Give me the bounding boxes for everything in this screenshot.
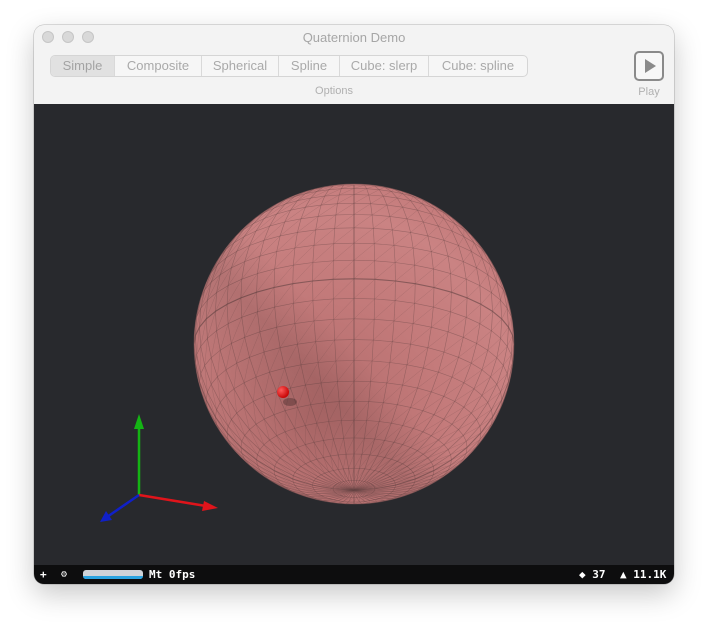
play-label: Play bbox=[638, 86, 660, 98]
3d-viewport[interactable] bbox=[34, 104, 674, 565]
x-axis bbox=[138, 493, 207, 508]
segment-cube-spline[interactable]: Cube: spline bbox=[429, 56, 527, 76]
segment-composite[interactable]: Composite bbox=[115, 56, 202, 76]
window-title: Quaternion Demo bbox=[302, 30, 406, 45]
status-bar: + ⚙ Mt 0fps ◆ 37 ▲ 11.1K bbox=[34, 565, 674, 584]
add-button[interactable]: + bbox=[40, 568, 47, 581]
z-axis bbox=[106, 493, 140, 519]
sphere-shading bbox=[194, 184, 514, 504]
play-button[interactable] bbox=[634, 51, 664, 81]
triangle-count: ▲ 11.1K bbox=[620, 568, 667, 581]
scene-canvas bbox=[100, 183, 515, 522]
axis-gizmo bbox=[100, 414, 218, 522]
segment-simple[interactable]: Simple bbox=[51, 56, 115, 76]
gear-icon[interactable]: ⚙ bbox=[61, 568, 67, 581]
y-axis-arrowhead bbox=[134, 414, 144, 429]
segment-cube-slerp[interactable]: Cube: slerp bbox=[340, 56, 429, 76]
options-segmented-control: Simple Composite Spherical Spline Cube: … bbox=[50, 55, 528, 77]
mesh-count: ◆ 37 bbox=[579, 568, 606, 581]
performance-bar-fill bbox=[83, 576, 143, 579]
performance-bar bbox=[83, 570, 143, 579]
z-axis-arrowhead bbox=[100, 511, 112, 522]
fps-readout: Mt 0fps bbox=[149, 568, 196, 581]
segment-spline[interactable]: Spline bbox=[279, 56, 340, 76]
x-axis-arrowhead bbox=[202, 501, 218, 511]
segment-spherical[interactable]: Spherical bbox=[202, 56, 279, 76]
app-window: Quaternion Demo Simple Composite Spheric… bbox=[34, 25, 674, 584]
title-bar[interactable]: Quaternion Demo bbox=[34, 25, 674, 50]
options-label: Options bbox=[315, 85, 353, 97]
play-triangle-icon bbox=[645, 59, 656, 73]
